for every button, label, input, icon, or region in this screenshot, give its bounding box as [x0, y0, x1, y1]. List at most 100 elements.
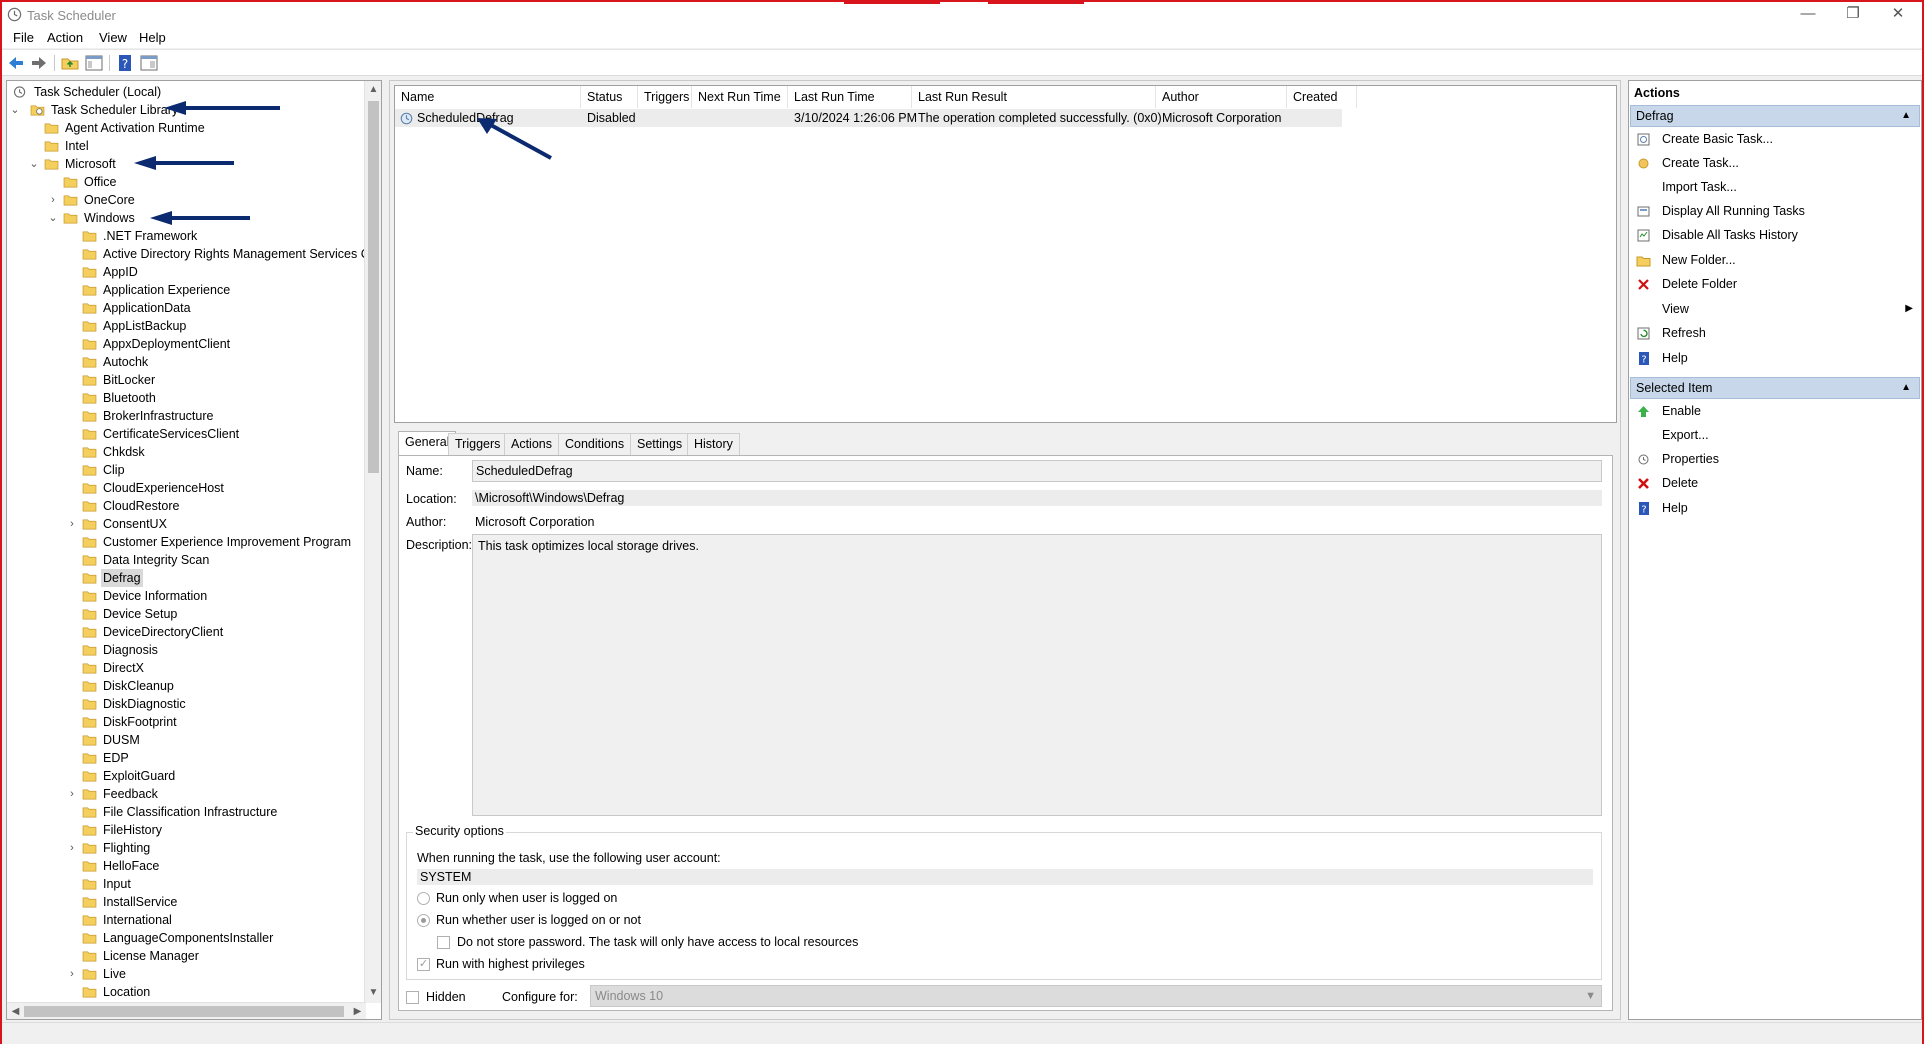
tree-item[interactable]: License Manager	[7, 947, 366, 965]
tree-item[interactable]: Autochk	[7, 353, 366, 371]
tree-item[interactable]: Location	[7, 983, 366, 1001]
chevron-right-icon[interactable]: ›	[66, 965, 78, 983]
tree-item[interactable]: Clip	[7, 461, 366, 479]
scroll-thumb[interactable]	[368, 101, 379, 473]
action-view[interactable]: View ▶	[1629, 299, 1921, 319]
radio-run-whether-logged-on[interactable]	[417, 914, 430, 927]
configure-for-select[interactable]: Windows 10 ▼	[590, 985, 1602, 1007]
help-icon[interactable]: ?	[115, 53, 135, 73]
tree-vertical-scrollbar[interactable]: ▲ ▼	[364, 81, 381, 1003]
column-name[interactable]: Name	[395, 86, 581, 108]
chevron-right-icon[interactable]: ›	[47, 191, 59, 209]
minimize-button[interactable]: —	[1785, 2, 1831, 28]
tree-item[interactable]: Diagnosis	[7, 641, 366, 659]
tree-item[interactable]: Defrag	[7, 569, 366, 587]
action-refresh[interactable]: Refresh	[1629, 323, 1921, 343]
show-hide-console-tree-icon[interactable]	[84, 53, 104, 73]
tree-item[interactable]: DeviceDirectoryClient	[7, 623, 366, 641]
chevron-down-icon[interactable]: ⌄	[47, 209, 59, 227]
action-create-basic-task[interactable]: Create Basic Task...	[1629, 129, 1921, 149]
column-next-run-time[interactable]: Next Run Time	[692, 86, 788, 108]
chevron-right-icon[interactable]: ›	[66, 515, 78, 533]
tree-item[interactable]: Chkdsk	[7, 443, 366, 461]
menu-file[interactable]: File	[13, 30, 34, 45]
restore-button[interactable]: ❐	[1830, 2, 1876, 28]
scroll-thumb[interactable]	[24, 1006, 344, 1017]
tree-item[interactable]: LanguageComponentsInstaller	[7, 929, 366, 947]
tree-item[interactable]: DirectX	[7, 659, 366, 677]
tab-settings[interactable]: Settings	[630, 433, 690, 455]
tree-item[interactable]: › OneCore	[7, 191, 366, 209]
tree-item[interactable]: CloudExperienceHost	[7, 479, 366, 497]
tree-item[interactable]: › ConsentUX	[7, 515, 366, 533]
tree-item[interactable]: › Flighting	[7, 839, 366, 857]
column-last-run-result[interactable]: Last Run Result	[912, 86, 1156, 108]
action-display-all-running-tasks[interactable]: Display All Running Tasks	[1629, 201, 1921, 221]
tree-item[interactable]: Device Information	[7, 587, 366, 605]
tab-history[interactable]: History	[687, 433, 740, 455]
forward-icon[interactable]	[29, 53, 49, 73]
tree-item[interactable]: File Classification Infrastructure	[7, 803, 366, 821]
tree-item[interactable]: › Feedback	[7, 785, 366, 803]
tree-item[interactable]: CertificateServicesClient	[7, 425, 366, 443]
checkbox-highest-privileges[interactable]: ✓	[417, 958, 430, 971]
action-delete[interactable]: Delete	[1629, 473, 1921, 493]
action-properties[interactable]: Properties	[1629, 449, 1921, 469]
column-last-run-time[interactable]: Last Run Time	[788, 86, 912, 108]
tree-item[interactable]: CloudRestore	[7, 497, 366, 515]
column-author[interactable]: Author	[1156, 86, 1287, 108]
tree-item[interactable]: ApplicationData	[7, 299, 366, 317]
tree-item[interactable]: EDP	[7, 749, 366, 767]
collapse-icon[interactable]: ▲	[1901, 106, 1911, 126]
tree-item[interactable]: Data Integrity Scan	[7, 551, 366, 569]
menu-view[interactable]: View	[99, 30, 127, 45]
tree-item[interactable]: BrokerInfrastructure	[7, 407, 366, 425]
name-field[interactable]: ScheduledDefrag	[472, 460, 1602, 482]
chevron-right-icon[interactable]: ›	[66, 785, 78, 803]
action-export[interactable]: Export...	[1629, 425, 1921, 445]
tree-item[interactable]: Bluetooth	[7, 389, 366, 407]
tree-item[interactable]: BitLocker	[7, 371, 366, 389]
description-field[interactable]: This task optimizes local storage drives…	[472, 534, 1602, 816]
action-enable[interactable]: Enable	[1629, 401, 1921, 421]
tree-item[interactable]: DUSM	[7, 731, 366, 749]
action-delete-folder[interactable]: Delete Folder	[1629, 274, 1921, 294]
tree-item[interactable]: HelloFace	[7, 857, 366, 875]
tab-triggers[interactable]: Triggers	[448, 433, 508, 455]
menu-action[interactable]: Action	[47, 30, 83, 45]
menu-help[interactable]: Help	[139, 30, 166, 45]
column-status[interactable]: Status	[581, 86, 638, 108]
action-import-task[interactable]: Import Task...	[1629, 177, 1921, 197]
tree-item[interactable]: ExploitGuard	[7, 767, 366, 785]
tree-item[interactable]: Office	[7, 173, 366, 191]
back-icon[interactable]	[6, 53, 26, 73]
radio-run-only-logged-on[interactable]	[417, 892, 430, 905]
action-disable-all-tasks-history[interactable]: Disable All Tasks History	[1629, 225, 1921, 245]
action-create-task[interactable]: Create Task...	[1629, 153, 1921, 173]
close-button[interactable]: ✕	[1875, 2, 1921, 28]
action-help[interactable]: ? Help	[1629, 498, 1921, 518]
tree-item[interactable]: InstallService	[7, 893, 366, 911]
tree-item[interactable]: Customer Experience Improvement Program	[7, 533, 366, 551]
show-hide-action-pane-icon[interactable]	[139, 53, 159, 73]
tree-horizontal-scrollbar[interactable]: ◀ ▶	[7, 1002, 366, 1019]
tab-conditions[interactable]: Conditions	[558, 433, 632, 455]
tree-item[interactable]: Application Experience	[7, 281, 366, 299]
tree-item[interactable]: DiskDiagnostic	[7, 695, 366, 713]
tab-actions[interactable]: Actions	[504, 433, 559, 455]
column-triggers[interactable]: Triggers	[638, 86, 692, 108]
action-new-folder[interactable]: New Folder...	[1629, 250, 1921, 270]
tree-item[interactable]: .NET Framework	[7, 227, 366, 245]
section-selected-item[interactable]: Selected Item ▲	[1630, 377, 1920, 399]
chevron-right-icon[interactable]: ›	[66, 839, 78, 857]
scroll-left-arrow-icon[interactable]: ◀	[7, 1003, 24, 1019]
tree-item[interactable]: Active Directory Rights Management Servi…	[7, 245, 381, 263]
tree-item[interactable]: DiskFootprint	[7, 713, 366, 731]
tree-item[interactable]: AppxDeploymentClient	[7, 335, 366, 353]
up-folder-icon[interactable]	[60, 53, 80, 73]
checkbox-do-not-store-password[interactable]	[437, 936, 450, 949]
tree-item[interactable]: DiskCleanup	[7, 677, 366, 695]
tree-item[interactable]: AppListBackup	[7, 317, 366, 335]
chevron-down-icon[interactable]: ⌄	[9, 101, 21, 119]
action-help[interactable]: ? Help	[1629, 348, 1921, 368]
